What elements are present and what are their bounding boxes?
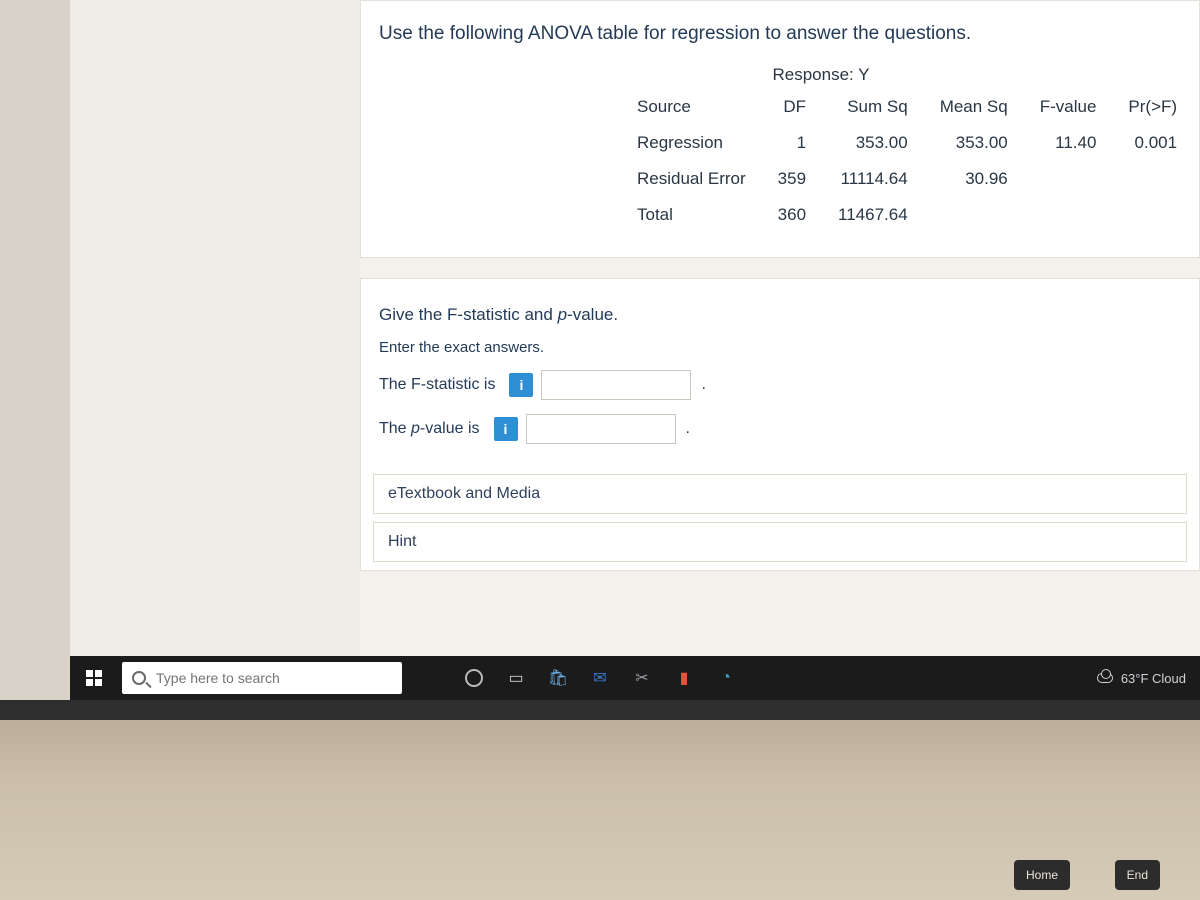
cell	[924, 197, 1024, 233]
weather-icon	[1097, 673, 1113, 683]
cell: Regression	[621, 125, 762, 161]
response-label: Response: Y	[761, 65, 881, 89]
period: .	[701, 376, 705, 394]
cell: 360	[762, 197, 822, 233]
etextbook-button[interactable]: eTextbook and Media	[373, 474, 1187, 514]
col-source: Source	[621, 89, 762, 125]
fstat-label: The F-statistic is	[379, 376, 495, 394]
cell	[1112, 161, 1193, 197]
question-content: Use the following ANOVA table for regres…	[360, 0, 1200, 656]
snip-icon[interactable]: ✂	[630, 666, 654, 690]
mail-icon[interactable]: ✉	[588, 666, 612, 690]
answer-instruction: Enter the exact answers.	[379, 339, 1181, 356]
heading-part: -value.	[567, 305, 618, 324]
question-prompt: Use the following ANOVA table for regres…	[361, 13, 1199, 65]
pval-italic: p	[411, 420, 420, 437]
period: .	[686, 420, 690, 438]
cell	[1024, 197, 1113, 233]
pval-pre: The	[379, 420, 411, 437]
hint-button[interactable]: Hint	[373, 522, 1187, 562]
col-fvalue: F-value	[1024, 89, 1113, 125]
col-meansq: Mean Sq	[924, 89, 1024, 125]
pvalue-row: The p-value is i .	[379, 414, 1181, 444]
col-sumsq: Sum Sq	[822, 89, 924, 125]
cell: 11467.64	[822, 197, 924, 233]
key-home: Home	[1014, 860, 1070, 890]
pvalue-label: The p-value is	[379, 420, 480, 438]
anova-table: Source DF Sum Sq Mean Sq F-value Pr(>F) …	[621, 89, 1193, 233]
hinge	[0, 700, 1200, 720]
fstat-input[interactable]	[541, 370, 691, 400]
question-panel: Use the following ANOVA table for regres…	[360, 0, 1200, 258]
cell: 359	[762, 161, 822, 197]
anova-header-row: Source DF Sum Sq Mean Sq F-value Pr(>F)	[621, 89, 1193, 125]
search-input[interactable]	[156, 670, 392, 686]
anova-table-wrap: Response: Y Source DF Sum Sq Mean Sq F-v…	[361, 65, 1199, 257]
table-row: Regression 1 353.00 353.00 11.40 0.001	[621, 125, 1193, 161]
cell: Residual Error	[621, 161, 762, 197]
info-icon[interactable]: i	[494, 417, 518, 441]
cell: 11.40	[1024, 125, 1113, 161]
heading-italic: p	[558, 305, 567, 324]
taskbar-search[interactable]	[122, 662, 402, 694]
answer-heading: Give the F-statistic and p-value.	[379, 305, 1181, 325]
info-icon[interactable]: i	[509, 373, 533, 397]
start-button[interactable]	[70, 656, 118, 700]
cell: 11114.64	[822, 161, 924, 197]
weather-text: 63°F Cloud	[1121, 671, 1186, 686]
store-icon[interactable]: 🛍	[546, 666, 570, 690]
pval-post: -value is	[420, 420, 480, 437]
cell: 353.00	[924, 125, 1024, 161]
cell	[1112, 197, 1193, 233]
system-tray[interactable]: 63°F Cloud	[1097, 671, 1200, 686]
answer-panel: Give the F-statistic and p-value. Enter …	[360, 278, 1200, 571]
windows-icon	[86, 670, 102, 686]
windows-taskbar: ▭ 🛍 ✉ ✂ ▮ ◔ 63°F Cloud	[70, 656, 1200, 700]
key-end: End	[1115, 860, 1160, 890]
cell: 30.96	[924, 161, 1024, 197]
cell	[1024, 161, 1113, 197]
office-icon[interactable]: ▮	[672, 666, 696, 690]
search-icon	[132, 671, 146, 685]
fstat-row: The F-statistic is i .	[379, 370, 1181, 400]
app-viewport: Use the following ANOVA table for regres…	[70, 0, 1200, 700]
table-row: Residual Error 359 11114.64 30.96	[621, 161, 1193, 197]
cell: 353.00	[822, 125, 924, 161]
cell: 1	[762, 125, 822, 161]
col-df: DF	[762, 89, 822, 125]
heading-part: Give the F-statistic and	[379, 305, 558, 324]
cortana-icon[interactable]	[462, 666, 486, 690]
taskbar-apps: ▭ 🛍 ✉ ✂ ▮ ◔	[462, 666, 738, 690]
edge-icon[interactable]: ◔	[714, 666, 738, 690]
laptop-deck: Home End	[0, 700, 1200, 900]
table-row: Total 360 11467.64	[621, 197, 1193, 233]
pvalue-input[interactable]	[526, 414, 676, 444]
cell: 0.001	[1112, 125, 1193, 161]
task-view-icon[interactable]: ▭	[504, 666, 528, 690]
cell: Total	[621, 197, 762, 233]
col-prf: Pr(>F)	[1112, 89, 1193, 125]
